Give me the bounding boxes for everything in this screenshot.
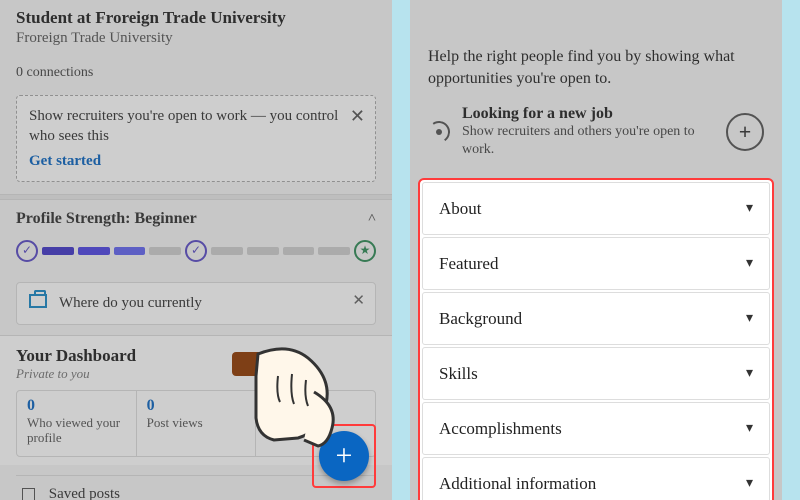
plus-icon: + — [739, 119, 752, 145]
dashboard-number: 0 — [27, 397, 126, 415]
progress-node-star-icon: ★ — [354, 240, 376, 262]
section-about[interactable]: About ▾ — [422, 182, 770, 235]
section-label: Background — [439, 309, 522, 329]
help-text: Help the right people find you by showin… — [428, 46, 764, 89]
profile-school: Froreign Trade University — [16, 30, 376, 47]
dashboard-subtitle: Private to you — [16, 366, 376, 382]
section-featured[interactable]: Featured ▾ — [422, 237, 770, 290]
profile-strength-section[interactable]: Profile Strength: Beginner ˄ ✓ ✓ ★ — [0, 200, 392, 268]
where-work-card[interactable]: Where do you currently ✕ — [16, 282, 376, 325]
right-screenshot: Help the right people find you by showin… — [410, 0, 782, 500]
sections-highlight-box: About ▾ Featured ▾ Background ▾ Skills ▾… — [418, 178, 774, 500]
section-label: About — [439, 199, 482, 219]
get-started-link[interactable]: Get started — [29, 151, 101, 171]
dashboard-number: 0 — [147, 397, 246, 415]
section-label: Additional information — [439, 474, 596, 494]
broadcast-icon: . — [426, 120, 451, 145]
chevron-down-icon: ▾ — [746, 420, 753, 437]
connections-count: 0 connections — [16, 65, 376, 81]
chevron-down-icon: ▾ — [746, 475, 753, 492]
dashboard-cell[interactable]: 0 Post views — [137, 391, 257, 456]
close-icon[interactable]: ✕ — [352, 291, 365, 310]
section-accomplishments[interactable]: Accomplishments ▾ — [422, 402, 770, 455]
section-label: Featured — [439, 254, 498, 274]
profile-header: Student at Froreign Trade University Fro… — [0, 0, 392, 85]
add-looking-button[interactable]: + — [726, 113, 764, 151]
chevron-down-icon: ▾ — [746, 310, 753, 327]
section-label: Skills — [439, 364, 478, 384]
progress-node-check-icon: ✓ — [185, 240, 207, 262]
left-screenshot: Student at Froreign Trade University Fro… — [0, 0, 392, 500]
profile-headline: Student at Froreign Trade University — [16, 8, 376, 28]
saved-posts-label: Saved posts — [49, 486, 120, 500]
plus-icon: + — [336, 439, 353, 473]
section-additional-information[interactable]: Additional information ▾ — [422, 457, 770, 500]
dashboard-title: Your Dashboard — [16, 346, 136, 365]
fab-highlight-box: + — [312, 424, 376, 488]
chevron-down-icon: ▾ — [746, 200, 753, 217]
chevron-down-icon: ▾ — [746, 255, 753, 272]
add-section-header: Help the right people find you by showin… — [410, 0, 782, 172]
open-to-work-text: Show recruiters you're open to work — yo… — [29, 106, 341, 147]
profile-strength-label: Profile Strength: Beginner — [16, 210, 197, 228]
close-icon[interactable]: ✕ — [350, 104, 365, 128]
progress-node-check-icon: ✓ — [16, 240, 38, 262]
section-label: Accomplishments — [439, 419, 562, 439]
open-to-work-card[interactable]: ✕ Show recruiters you're open to work — … — [16, 95, 376, 182]
chevron-down-icon: ▾ — [746, 365, 753, 382]
chevron-up-icon[interactable]: ˄ — [368, 211, 376, 227]
looking-for-job-row[interactable]: . Looking for a new job Show recruiters … — [428, 105, 764, 159]
dashboard-label: Who viewed your profile — [27, 415, 126, 446]
add-fab-button[interactable]: + — [319, 431, 369, 481]
strength-progress: ✓ ✓ ★ — [16, 240, 376, 262]
dashboard-label: Post views — [147, 415, 246, 431]
looking-sub: Show recruiters and others you're open t… — [462, 123, 714, 159]
looking-title: Looking for a new job — [462, 105, 714, 123]
bookmark-icon — [22, 488, 35, 500]
section-background[interactable]: Background ▾ — [422, 292, 770, 345]
briefcase-icon — [29, 294, 47, 308]
where-work-text: Where do you currently — [59, 295, 202, 311]
section-skills[interactable]: Skills ▾ — [422, 347, 770, 400]
dashboard-cell[interactable]: 0 Who viewed your profile — [17, 391, 137, 456]
dashboard-label: appearan — [266, 397, 365, 413]
